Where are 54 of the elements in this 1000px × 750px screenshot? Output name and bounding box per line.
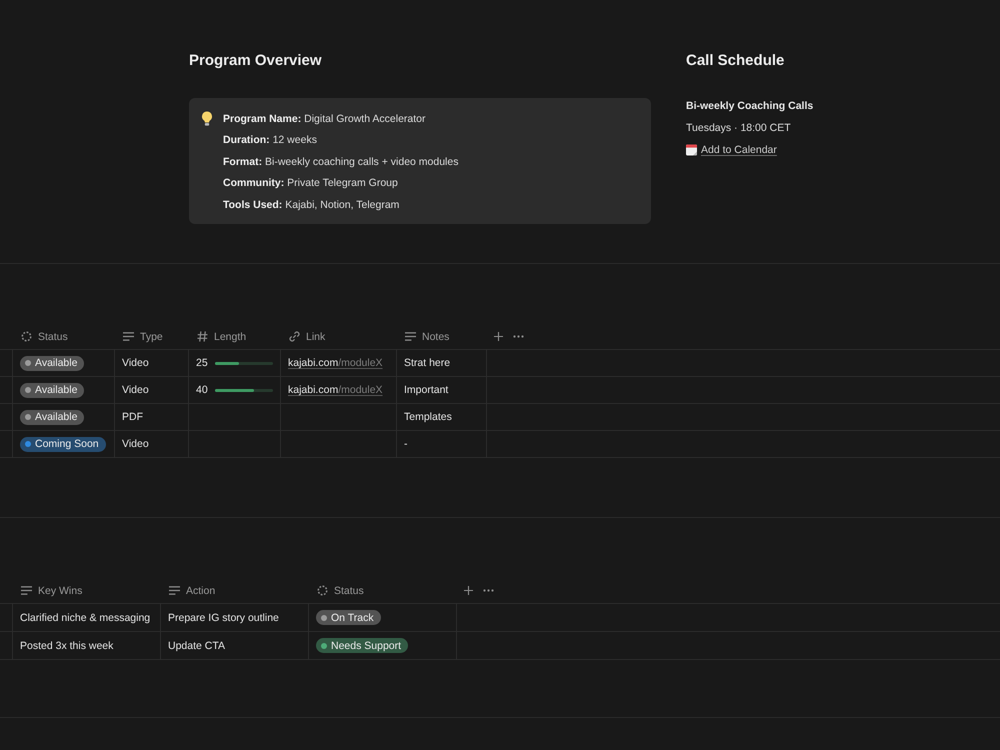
table-cell: -	[397, 431, 487, 457]
more-icon[interactable]	[483, 589, 494, 592]
table-cell: Video	[115, 350, 189, 376]
dashed-circle-icon	[21, 331, 32, 342]
calendar-icon	[686, 144, 697, 156]
status-label: Needs Support	[331, 640, 402, 652]
table-cell: Templates	[397, 404, 487, 430]
status-label: On Track	[331, 612, 374, 624]
hash-icon	[197, 331, 208, 342]
section-title: Program Overview	[189, 51, 323, 71]
column-header[interactable]: Action	[161, 578, 309, 603]
number-value: 25	[196, 357, 208, 369]
lightbulb-icon	[201, 111, 213, 127]
status-label: Coming Soon	[35, 438, 99, 450]
table-cell: Strat here	[397, 350, 487, 376]
table-cell: Video	[115, 377, 189, 403]
info-line: Duration: 12 weeks	[223, 133, 318, 148]
column-header[interactable]: Link	[281, 324, 397, 349]
text-lines-icon	[21, 585, 32, 596]
column-header[interactable]: Notes	[397, 324, 487, 349]
column-header[interactable]: Length	[189, 324, 281, 349]
info-line: Program Name: Digital Growth Accelerator	[223, 112, 427, 127]
number-value: 40	[196, 384, 208, 396]
table-cell: Important	[397, 377, 487, 403]
info-line: Tools Used: Kajabi, Notion, Telegram	[223, 198, 400, 213]
section-title: Call Schedule	[686, 51, 786, 71]
more-icon[interactable]	[513, 335, 524, 338]
add-icon[interactable]	[494, 332, 503, 341]
add-icon[interactable]	[464, 586, 473, 595]
url-link[interactable]: kajabi.com/moduleX	[288, 384, 383, 396]
table-cell: Update CTA	[161, 632, 309, 659]
text-lines-icon	[123, 331, 134, 342]
table-cell: Video	[115, 431, 189, 457]
column-header[interactable]: Type	[115, 324, 189, 349]
status-label: Available	[35, 411, 78, 423]
info-line: Community: Private Telegram Group	[223, 176, 399, 192]
table-cell: Posted 3x this week	[13, 632, 161, 659]
link-icon	[289, 331, 300, 342]
table-cell: PDF	[115, 404, 189, 430]
info-line: Format: Bi-weekly coaching calls + video modules	[223, 154, 458, 170]
table-cell: Prepare IG story outline	[161, 604, 309, 631]
event-title: Bi-weekly Coaching Calls	[686, 99, 814, 114]
column-header[interactable]: Status	[309, 578, 457, 603]
status-label: Available	[35, 357, 78, 369]
column-header[interactable]: Key Wins	[13, 578, 161, 603]
add-to-calendar-link[interactable]: Add to Calendar	[701, 144, 777, 156]
text-lines-icon	[169, 585, 180, 596]
status-label: Available	[35, 384, 78, 396]
event-time: Tuesdays · 18:00 CET	[686, 121, 792, 136]
column-header[interactable]: Status	[13, 324, 115, 349]
url-link[interactable]: kajabi.com/moduleX	[288, 357, 383, 369]
table-cell: Clarified niche & messaging	[13, 604, 161, 631]
dashed-circle-icon	[317, 585, 328, 596]
text-lines-icon	[405, 331, 416, 342]
